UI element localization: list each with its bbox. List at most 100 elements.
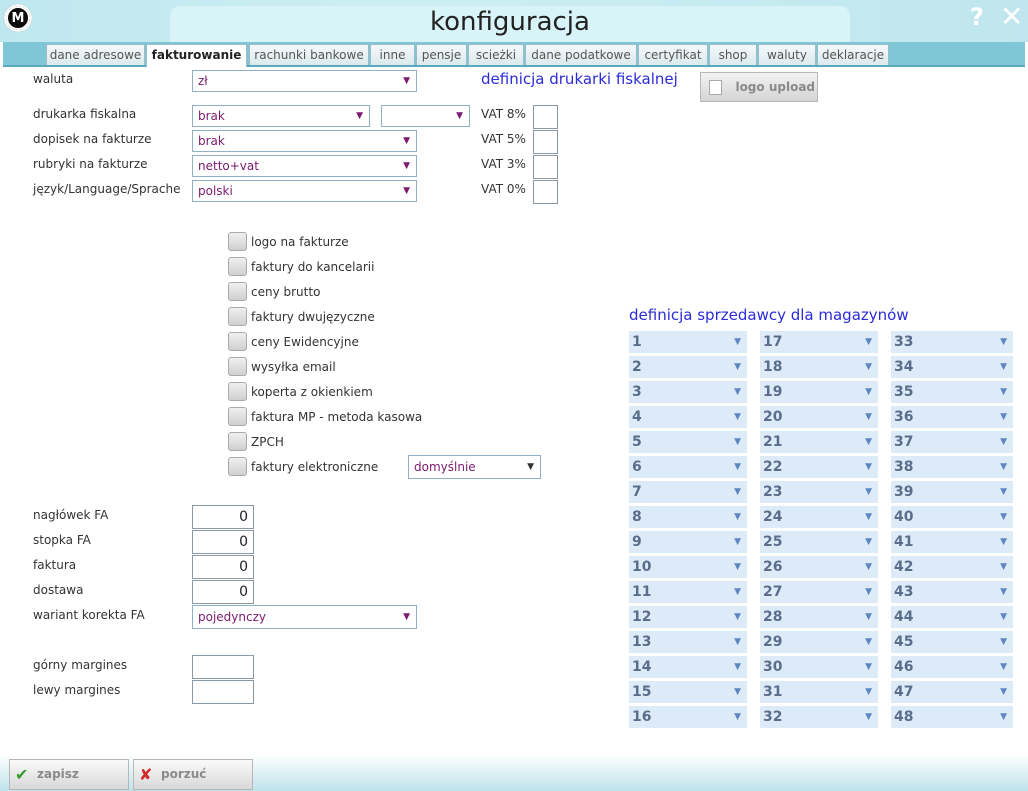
warehouse-select[interactable]: 1 ▼	[629, 331, 747, 353]
jezyk-select[interactable]: polski ▼	[192, 180, 417, 202]
warehouse-select[interactable]: 15 ▼	[629, 681, 747, 703]
warehouse-select[interactable]: 44 ▼	[891, 606, 1013, 628]
warehouse-select[interactable]: 40 ▼	[891, 506, 1013, 528]
vat-8-input[interactable]	[533, 105, 558, 129]
warehouse-number: 13	[632, 634, 652, 650]
cancel-button[interactable]: ✘ porzuć	[133, 759, 253, 790]
warehouse-select[interactable]: 48 ▼	[891, 706, 1013, 728]
warehouse-select[interactable]: 31 ▼	[760, 681, 878, 703]
wariant-select[interactable]: pojedynczy ▼	[192, 605, 417, 629]
warehouse-select[interactable]: 4 ▼	[629, 406, 747, 428]
faktura-input[interactable]: 0	[192, 555, 254, 579]
tab-deklaracje[interactable]: deklaracje	[817, 44, 889, 65]
vat-0-input[interactable]	[533, 180, 558, 204]
warehouse-select[interactable]: 16 ▼	[629, 706, 747, 728]
checkbox-faktury-dwujezyczne[interactable]	[228, 307, 247, 326]
dropdown-arrow-icon: ▼	[1000, 512, 1007, 522]
tab-sciezki[interactable]: scieżki	[468, 44, 524, 65]
stopka-input[interactable]: 0	[192, 530, 254, 554]
warehouse-number: 38	[894, 459, 914, 475]
warehouse-select[interactable]: 8 ▼	[629, 506, 747, 528]
warehouse-select[interactable]: 41 ▼	[891, 531, 1013, 553]
checkbox-faktura-mp[interactable]	[228, 407, 247, 426]
warehouse-select[interactable]: 39 ▼	[891, 481, 1013, 503]
warehouse-select[interactable]: 30 ▼	[760, 656, 878, 678]
warehouse-select[interactable]: 21 ▼	[760, 431, 878, 453]
warehouse-select[interactable]: 29 ▼	[760, 631, 878, 653]
save-button[interactable]: ✔ zapisz	[9, 759, 129, 790]
warehouse-select[interactable]: 19 ▼	[760, 381, 878, 403]
warehouse-select[interactable]: 38 ▼	[891, 456, 1013, 478]
tab-certyfikat[interactable]: certyfikat	[638, 44, 708, 65]
warehouse-select[interactable]: 35 ▼	[891, 381, 1013, 403]
warehouse-select[interactable]: 45 ▼	[891, 631, 1013, 653]
checkbox-faktury-do-kancelarii[interactable]	[228, 257, 247, 276]
tab-waluty[interactable]: waluty	[758, 44, 816, 65]
checkbox-logo-na-fakturze[interactable]	[228, 232, 247, 251]
warehouse-select[interactable]: 43 ▼	[891, 581, 1013, 603]
warehouse-select[interactable]: 32 ▼	[760, 706, 878, 728]
warehouse-select[interactable]: 20 ▼	[760, 406, 878, 428]
checkbox-wysylka-email[interactable]	[228, 357, 247, 376]
warehouse-select[interactable]: 36 ▼	[891, 406, 1013, 428]
rubryki-value: netto+vat	[198, 159, 259, 173]
tab-dane-podatkowe[interactable]: dane podatkowe	[525, 44, 637, 65]
warehouse-select[interactable]: 6 ▼	[629, 456, 747, 478]
dropdown-arrow-icon: ▼	[865, 337, 872, 347]
warehouse-select[interactable]: 13 ▼	[629, 631, 747, 653]
warehouse-select[interactable]: 18 ▼	[760, 356, 878, 378]
tab-rachunki-bankowe[interactable]: rachunki bankowe	[249, 44, 369, 65]
naglowek-input[interactable]: 0	[192, 505, 254, 529]
warehouse-select[interactable]: 2 ▼	[629, 356, 747, 378]
gorny-margines-input[interactable]	[192, 655, 254, 679]
warehouse-select[interactable]: 28 ▼	[760, 606, 878, 628]
tab-dane-adresowe[interactable]: dane adresowe	[46, 44, 145, 65]
checkbox-ceny-brutto[interactable]	[228, 282, 247, 301]
checkbox-faktury-elektroniczne[interactable]	[228, 457, 247, 476]
warehouse-select[interactable]: 7 ▼	[629, 481, 747, 503]
tab-shop[interactable]: shop	[709, 44, 757, 65]
dropdown-arrow-icon: ▼	[403, 186, 410, 196]
dostawa-input[interactable]: 0	[192, 580, 254, 604]
lewy-margines-input[interactable]	[192, 680, 254, 704]
warehouse-select[interactable]: 22 ▼	[760, 456, 878, 478]
drukarka-port-select[interactable]: ▼	[381, 105, 470, 127]
vat-5-input[interactable]	[533, 130, 558, 154]
warehouse-select[interactable]: 12 ▼	[629, 606, 747, 628]
checkbox-zpch[interactable]	[228, 432, 247, 451]
warehouse-select[interactable]: 42 ▼	[891, 556, 1013, 578]
logo-upload-button[interactable]: logo upload	[700, 72, 818, 102]
drukarka-select[interactable]: brak ▼	[192, 105, 370, 127]
vat-3-input[interactable]	[533, 155, 558, 179]
dopisek-select[interactable]: brak ▼	[192, 130, 417, 152]
warehouse-select[interactable]: 5 ▼	[629, 431, 747, 453]
warehouse-select[interactable]: 47 ▼	[891, 681, 1013, 703]
warehouse-select[interactable]: 27 ▼	[760, 581, 878, 603]
help-icon[interactable]: ?	[970, 3, 984, 31]
warehouse-select[interactable]: 14 ▼	[629, 656, 747, 678]
warehouse-select[interactable]: 46 ▼	[891, 656, 1013, 678]
checkbox-koperta-z-okienkiem[interactable]	[228, 382, 247, 401]
warehouse-number: 22	[763, 459, 783, 475]
warehouse-select[interactable]: 11 ▼	[629, 581, 747, 603]
warehouse-select[interactable]: 23 ▼	[760, 481, 878, 503]
vat-3-label: VAT 3%	[481, 157, 526, 171]
warehouse-select[interactable]: 17 ▼	[760, 331, 878, 353]
checkbox-ceny-ewidencyjne[interactable]	[228, 332, 247, 351]
tab-inne[interactable]: inne	[370, 44, 415, 65]
warehouse-select[interactable]: 26 ▼	[760, 556, 878, 578]
tab-pensje[interactable]: pensje	[416, 44, 467, 65]
warehouse-select[interactable]: 25 ▼	[760, 531, 878, 553]
warehouse-select[interactable]: 24 ▼	[760, 506, 878, 528]
close-icon[interactable]: ✕	[1000, 0, 1023, 33]
tab-fakturowanie[interactable]: fakturowanie	[146, 44, 247, 67]
warehouse-select[interactable]: 37 ▼	[891, 431, 1013, 453]
warehouse-select[interactable]: 10 ▼	[629, 556, 747, 578]
rubryki-select[interactable]: netto+vat ▼	[192, 155, 417, 177]
warehouse-select[interactable]: 9 ▼	[629, 531, 747, 553]
warehouse-select[interactable]: 3 ▼	[629, 381, 747, 403]
warehouse-select[interactable]: 33 ▼	[891, 331, 1013, 353]
efaktury-select[interactable]: domyślnie ▼	[408, 455, 541, 479]
waluta-select[interactable]: zł ▼	[192, 70, 417, 92]
warehouse-select[interactable]: 34 ▼	[891, 356, 1013, 378]
